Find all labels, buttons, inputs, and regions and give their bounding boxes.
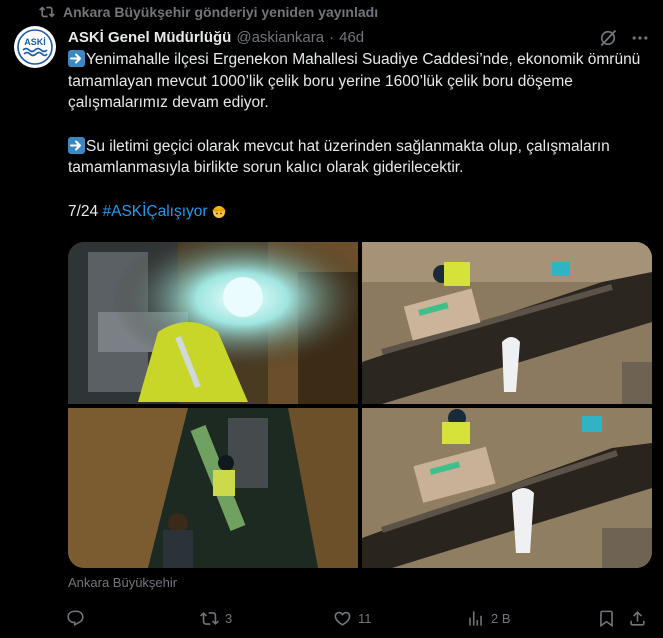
tweet-counter: 7/24 xyxy=(68,202,99,220)
more-options-icon[interactable] xyxy=(630,28,650,48)
reply-button[interactable] xyxy=(66,606,91,630)
separator-dot: · xyxy=(329,28,335,46)
share-button[interactable] xyxy=(628,606,647,630)
photo-trench-workers[interactable] xyxy=(68,408,358,568)
photo-pipe-repair[interactable] xyxy=(362,408,652,568)
construction-worker-emoji-icon xyxy=(212,205,226,218)
like-count: 11 xyxy=(358,610,372,626)
retweet-button[interactable]: 3 xyxy=(200,606,232,630)
repost-text: Ankara Büyükşehir gönderiyi yeniden yayı… xyxy=(63,4,379,20)
right-arrow-emoji-icon xyxy=(68,136,85,154)
retweet-icon xyxy=(200,611,219,625)
author-name[interactable]: ASKİ Genel Müdürlüğü xyxy=(68,29,231,46)
tweet-text-2: Su iletimi geçici olarak mevcut hat üzer… xyxy=(68,137,610,177)
tweet-paragraph-3: 7/24 #ASKİÇalışıyor xyxy=(68,201,653,223)
tweet-text-1: Yenimahalle ilçesi Ergenekon Mahallesi S… xyxy=(68,51,641,111)
views-chart-icon xyxy=(469,610,482,626)
like-button[interactable]: 11 xyxy=(333,606,372,630)
views-count: 2 B xyxy=(491,610,511,626)
repost-indicator[interactable]: Ankara Büyükşehir gönderiyi yeniden yayı… xyxy=(39,3,379,21)
bookmark-button[interactable] xyxy=(597,606,616,630)
media-source-label[interactable]: Ankara Büyükşehir xyxy=(68,575,177,590)
hashtag-link[interactable]: #ASKİÇalışıyor xyxy=(102,203,207,220)
photo-pipe-excavation[interactable] xyxy=(362,242,652,404)
bookmark-icon xyxy=(600,610,613,627)
action-bar: 3 11 2 B xyxy=(0,606,663,632)
svg-text:ASKİ: ASKİ xyxy=(24,37,46,47)
tweet-time[interactable]: 46d xyxy=(339,29,364,46)
grok-icon[interactable] xyxy=(598,28,618,48)
aski-logo-icon: ASKİ xyxy=(15,27,55,67)
right-arrow-emoji-icon xyxy=(68,50,85,67)
photo-welding-worker[interactable] xyxy=(68,242,358,404)
tweet-paragraph-2: Su iletimi geçici olarak mevcut hat üzer… xyxy=(68,136,653,179)
tweet-paragraph-1: Yenimahalle ilçesi Ergenekon Mahallesi S… xyxy=(68,49,653,114)
tweet-body: Yenimahalle ilçesi Ergenekon Mahallesi S… xyxy=(68,49,653,222)
retweet-icon xyxy=(39,6,55,18)
avatar[interactable]: ASKİ xyxy=(14,26,56,68)
media-grid xyxy=(68,242,652,568)
retweet-count: 3 xyxy=(225,610,233,626)
heart-icon xyxy=(334,611,351,626)
author-handle[interactable]: @askiankara xyxy=(236,29,324,46)
views-button[interactable]: 2 B xyxy=(466,606,511,630)
reply-icon xyxy=(67,610,84,626)
tweet-header: ASKİ Genel Müdürlüğü @askiankara · 46d xyxy=(68,26,603,48)
share-icon xyxy=(630,610,645,626)
